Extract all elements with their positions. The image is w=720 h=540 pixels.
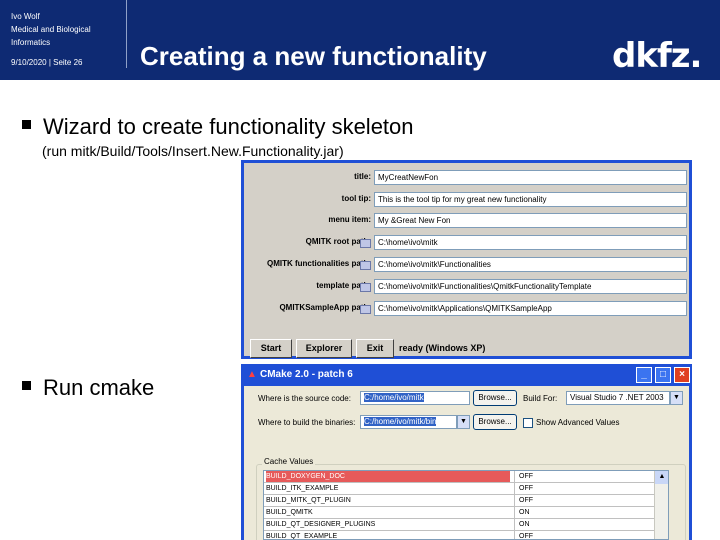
title-field[interactable]: MyCreatNewFon	[374, 170, 687, 185]
cmake-window: ▲ CMake 2.0 - patch 6 _ □ × Where is the…	[241, 364, 692, 540]
slide-title: Creating a new functionality	[140, 41, 487, 71]
maximize-icon[interactable]: □	[655, 367, 671, 383]
template-path-field[interactable]: C:\home\ivo\mitk\Functionalities\QmitkFu…	[374, 279, 687, 294]
build-for-label: Build For:	[523, 394, 558, 403]
wizard-status: ready (Windows XP)	[399, 343, 486, 353]
bullet-cmake: Run cmake	[22, 375, 154, 401]
source-label: Where is the source code:	[258, 394, 351, 403]
binary-path-value: C:/home/ivo/mitk/bin	[364, 417, 437, 426]
cmake-titlebar[interactable]: ▲ CMake 2.0 - patch 6 _ □ ×	[244, 364, 690, 386]
cache-value: OFF	[514, 495, 533, 506]
wizard-row-functionalities-path: QMITK functionalities path: C:\home\ivo\…	[244, 256, 689, 274]
source-path-input[interactable]: C:/home/ivo/mitk	[360, 391, 470, 405]
show-advanced-checkbox[interactable]	[523, 418, 533, 428]
table-row[interactable]: BUILD_DOXYGEN_DOC OFF	[264, 471, 668, 483]
wizard-label: QMITK functionalities path:	[267, 259, 371, 268]
wizard-row-root-path: QMITK root path: C:\home\ivo\mitk	[244, 234, 689, 252]
cache-key: BUILD_ITK_EXAMPLE	[266, 485, 339, 492]
cache-values-table[interactable]: BUILD_DOXYGEN_DOC OFF BUILD_ITK_EXAMPLE OF…	[263, 470, 669, 540]
author-name: Ivo Wolf	[11, 12, 40, 21]
browse-binary-button[interactable]: Browse...	[473, 414, 517, 430]
binary-path-input[interactable]: C:/home/ivo/mitk/bin	[360, 415, 457, 429]
folder-browse-icon[interactable]	[360, 305, 371, 314]
cache-value: OFF	[514, 471, 533, 482]
table-row[interactable]: BUILD_ITK_EXAMPLE OFF	[264, 483, 668, 495]
cache-value: OFF	[514, 483, 533, 494]
cache-key: BUILD_MITK_QT_PLUGIN	[266, 497, 351, 504]
department-line-1: Medical and Biological	[11, 25, 91, 34]
wizard-label: title:	[354, 172, 371, 181]
build-for-dropdown-icon[interactable]: ▼	[670, 391, 683, 405]
build-for-select[interactable]: Visual Studio 7 .NET 2003	[566, 391, 670, 405]
warning-triangle-icon: ▲	[247, 369, 257, 380]
menu-item-field[interactable]: My &Great New Fon	[374, 213, 687, 228]
table-row[interactable]: BUILD_MITK_QT_PLUGIN OFF	[264, 495, 668, 507]
department-line-2: Informatics	[11, 38, 51, 47]
wizard-label: menu item:	[328, 215, 371, 224]
minimize-icon[interactable]: _	[636, 367, 652, 383]
cmake-panel: Where is the source code: C:/home/ivo/mi…	[244, 386, 689, 540]
wizard-row-template-path: template path: C:\home\ivo\mitk\Function…	[244, 278, 689, 296]
sampleapp-path-field[interactable]: C:\home\ivo\mitk\Applications\QMITKSampl…	[374, 301, 687, 316]
cache-key: BUILD_QMITK	[266, 509, 313, 516]
exit-button[interactable]: Exit	[356, 339, 394, 358]
cache-key: BUILD_QT_EXAMPLE	[266, 533, 338, 540]
wizard-row-sampleapp-path: QMITKSampleApp path: C:\home\ivo\mitk\Ap…	[244, 300, 689, 318]
table-row[interactable]: BUILD_QT_EXAMPLE OFF	[264, 531, 668, 540]
bullet-wizard: Wizard to create functionality skeleton	[22, 114, 414, 140]
close-icon[interactable]: ×	[674, 367, 690, 383]
cache-table-scrollbar[interactable]: ▲	[654, 471, 668, 539]
tooltip-field[interactable]: This is the tool tip for my great new fu…	[374, 192, 687, 207]
binary-label: Where to build the binaries:	[258, 418, 356, 427]
wizard-row-menu-item: menu item: My &Great New Fon	[244, 212, 689, 230]
wizard-row-title: title: MyCreatNewFon	[244, 169, 689, 187]
wizard-window: title: MyCreatNewFon tool tip: This is t…	[241, 160, 692, 359]
folder-browse-icon[interactable]	[360, 283, 371, 292]
table-row[interactable]: BUILD_QT_DESIGNER_PLUGINS ON	[264, 519, 668, 531]
cache-key: BUILD_DOXYGEN_DOC	[266, 471, 510, 482]
cache-value: OFF	[514, 531, 533, 539]
wizard-panel: title: MyCreatNewFon tool tip: This is t…	[244, 163, 689, 358]
bullet-square-icon	[22, 381, 31, 390]
wizard-row-tooltip: tool tip: This is the tool tip for my gr…	[244, 191, 689, 209]
table-row[interactable]: BUILD_QMITK ON	[264, 507, 668, 519]
cache-values-label: Cache Values	[262, 457, 316, 466]
start-button[interactable]: Start	[250, 339, 292, 358]
bullet-square-icon	[22, 120, 31, 129]
bullet-cmake-text: Run cmake	[43, 375, 155, 400]
show-advanced-label: Show Advanced Values	[536, 418, 620, 427]
scroll-up-icon[interactable]: ▲	[655, 471, 668, 484]
header-divider	[126, 0, 127, 68]
date-page: 9/10/2020 | Seite 26	[11, 58, 83, 67]
cmake-title: CMake 2.0 - patch 6	[260, 369, 353, 380]
wizard-label: QMITKSampleApp path:	[279, 303, 371, 312]
source-path-value: C:/home/ivo/mitk	[364, 393, 424, 402]
browse-source-button[interactable]: Browse...	[473, 390, 517, 406]
cache-value: ON	[514, 519, 530, 530]
binary-dropdown-icon[interactable]: ▼	[457, 415, 470, 429]
functionalities-path-field[interactable]: C:\home\ivo\mitk\Functionalities	[374, 257, 687, 272]
folder-browse-icon[interactable]	[360, 261, 371, 270]
bullet-wizard-text: Wizard to create functionality skeleton	[43, 114, 414, 139]
explorer-button[interactable]: Explorer	[296, 339, 352, 358]
root-path-field[interactable]: C:\home\ivo\mitk	[374, 235, 687, 250]
wizard-label: tool tip:	[341, 194, 371, 203]
folder-browse-icon[interactable]	[360, 239, 371, 248]
cache-value: ON	[514, 507, 530, 518]
dkfz-logo: dkfz.	[612, 36, 702, 76]
author-block: Ivo Wolf Medical and Biological Informat…	[11, 10, 91, 49]
bullet-wizard-subtext: (run mitk/Build/Tools/Insert.New.Functio…	[42, 143, 344, 159]
cache-key: BUILD_QT_DESIGNER_PLUGINS	[266, 521, 376, 528]
slide-header: Ivo Wolf Medical and Biological Informat…	[0, 0, 720, 80]
